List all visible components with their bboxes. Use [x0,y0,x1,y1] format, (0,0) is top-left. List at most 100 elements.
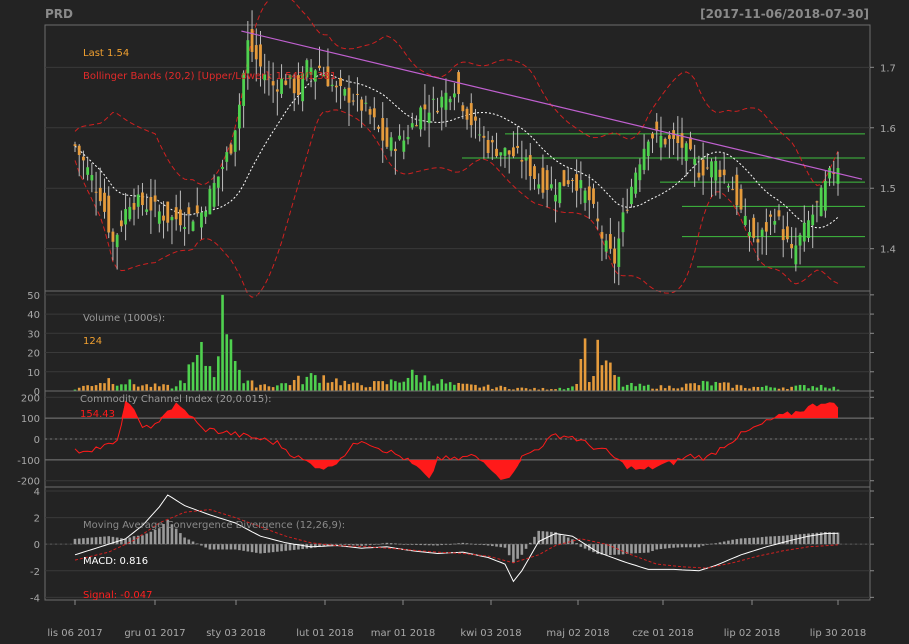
candle-body [790,243,794,249]
candle-body [124,209,127,225]
candle-body [393,148,397,152]
macd-value-label: MACD: 0.816 [83,556,148,567]
macd-histogram-bar [520,544,524,555]
candle-body [701,159,705,176]
macd-histogram-bar [191,541,195,545]
bollinger-label: Bollinger Bands (20,2) [Upper/Lower]: 1.… [83,71,336,82]
macd-histogram-bar [389,543,393,545]
macd-histogram-bar [689,544,692,548]
candle-body [549,184,553,189]
macd-histogram-bar [714,543,718,545]
macd-histogram-bar [697,544,701,548]
volume-bar [141,385,144,391]
x-tick-label: mar 01 2018 [371,628,436,639]
volume-bar [693,383,696,391]
volume-bar [406,377,410,391]
candle-body [423,104,427,110]
macd-histogram-bar [769,536,772,545]
candle-body [676,135,680,144]
candle-body [819,187,823,217]
macd-histogram-bar [604,544,608,556]
volume-bar [330,382,334,391]
candle-body [710,161,713,178]
macd-histogram-bar [461,542,465,545]
macd-histogram-bar [752,537,755,545]
cci-tick-label: 0 [34,435,40,446]
candle-body [781,229,785,241]
candle-body [339,77,342,86]
macd-histogram-bar [659,544,663,550]
volume-bar [781,387,785,391]
macd-histogram-bar [701,544,705,546]
volume-bar [499,385,503,391]
volume-bar [360,385,363,391]
volume-bar [288,385,292,391]
macd-histogram-bar [693,544,696,548]
macd-histogram-bar [377,543,380,545]
macd-histogram-bar [141,535,144,545]
volume-bar [706,381,709,391]
candle-body [162,215,165,221]
candle-body [528,155,532,177]
macd-histogram-bar [684,544,688,548]
macd-histogram-bar [410,544,414,545]
macd-histogram-bar [566,537,570,545]
volume-bar [457,382,460,391]
candle-body [229,144,233,154]
volume-bar [385,384,389,391]
candle-body [254,45,258,60]
volume-bar [486,384,490,391]
macd-histogram-bar [267,544,271,553]
candle-body [786,226,789,240]
volume-bar [613,375,616,391]
candle-body [642,148,646,170]
candle-body [739,189,743,210]
volume-bar [221,294,224,391]
volume-bar [440,379,444,391]
macd-histogram-bar [242,544,245,551]
volume-bar [659,385,663,391]
macd-histogram-bar [469,543,473,545]
volume-bar [824,387,827,391]
volume-bar [722,382,726,391]
signal-value-label: Signal: -0.047 [83,590,153,601]
candle-body [769,214,772,217]
volume-bar [609,362,612,391]
candle-body [828,167,831,179]
candle-body [389,137,393,151]
macd-histogram-bar [335,544,338,545]
macd-histogram-bar [364,544,368,546]
volume-bar [347,384,351,391]
candle-body [807,220,810,238]
volume-bar [436,383,439,391]
volume-bar [575,383,578,391]
candle-body [630,186,633,205]
macd-histogram-bar [786,535,789,545]
x-tick-label: maj 02 2018 [546,628,609,639]
price-tick-label: 1.5 [880,184,896,195]
macd-histogram-bar [655,544,659,550]
candle-body [663,138,667,145]
volume-bar [183,383,186,391]
candle-body [583,190,587,203]
volume-bar [765,385,768,391]
candle-body [246,40,250,74]
macd-histogram-bar [288,544,292,551]
macd-histogram-bar [592,544,595,553]
macd-histogram-bar [642,544,646,553]
volume-bar [474,384,477,391]
macd-histogram-bar [739,538,743,545]
macd-histogram-bar [550,531,553,545]
volume-bar [394,381,397,391]
volume-bar [642,385,646,391]
candle-body [200,212,203,228]
macd-histogram-bar [722,541,726,545]
candle-body [233,130,237,152]
volume-bar [158,386,161,391]
candle-body [811,214,815,226]
candle-body [145,209,149,212]
candle-body [216,176,220,188]
x-tick-label: cze 01 2018 [632,628,693,639]
macd-histogram-bar [385,542,389,545]
candle-body [334,85,338,88]
